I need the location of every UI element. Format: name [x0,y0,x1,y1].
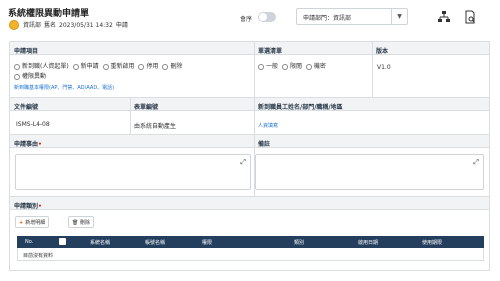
radio-disable[interactable] [138,63,145,70]
dept-select[interactable]: 申請部門：資訊部 ▼ [296,8,408,25]
col-system: 系統名稱 [90,240,111,246]
org-chart-icon[interactable] [437,10,451,24]
col-expiry: 使用期限 [422,240,443,246]
status-badge: 申請 [115,22,128,29]
reason-header: 申請事由• [10,135,254,148]
reason-textarea[interactable]: ⤢ [15,154,251,190]
expand-icon[interactable]: ⤢ [473,158,479,167]
remark-header: 備註 [254,135,489,148]
radio-permission-change[interactable] [14,73,20,80]
apply-type-header: 申請類別• [10,197,489,210]
new-hire-permissions-link[interactable]: 新到職基本權限(AP、門禁、AD/AAD、電話) [14,84,114,91]
request-form: 申請項目 單選清單 版本 新到職(人資起單) 新申請 重新啟用 停用 刪除 權限… [9,41,490,271]
apply-item-options-row1: 新到職(人資起單) 新申請 重新啟用 停用 刪除 [12,61,182,70]
radio-new-hire[interactable] [14,63,20,70]
applicant-dept: 資訊部 [23,22,42,29]
col-account: 帳號名稱 [145,240,166,246]
avatar [9,20,19,30]
radio-confidential[interactable] [305,63,312,70]
apply-date: 2023/05/31 14:32 [59,22,113,29]
checklist-options: 一般 限閱 機密 [256,61,326,70]
page-title: 系統權限異動申請單 [8,9,90,19]
col-enable-date: 啟用日期 [358,240,379,246]
draft-toggle[interactable] [258,12,276,22]
doc-no-value: ISMS-L4-08 [16,121,50,128]
version-header: 版本 [372,42,489,55]
form-header: 系統權限異動申請單 資訊部 舊名 2023/05/31 14:32 申請 會序 申請部… [0,0,500,36]
new-employee-value[interactable]: 人資填寫 [258,122,278,129]
apply-item-header: 申請項目 [10,42,254,55]
add-detail-button[interactable]: + 新增明細 [15,216,50,228]
remark-textarea[interactable]: ⤢ [255,154,484,190]
delete-button[interactable]: 🗑 刪除 [68,216,94,228]
plus-icon: + [19,220,24,226]
draft-label: 會序 [240,16,253,23]
chevron-down-icon: ▼ [391,9,407,24]
select-all-checkbox[interactable] [59,238,66,245]
radio-new-apply[interactable] [72,63,79,70]
radio-reenable[interactable] [102,63,109,70]
version-value: V1.0 [377,64,391,71]
checklist-header: 單選清單 [254,42,372,55]
radio-delete[interactable] [162,63,169,70]
radio-restricted[interactable] [281,63,288,70]
applicant-name: 舊名 [44,22,57,29]
col-permission: 權限 [202,240,213,246]
document-search-icon[interactable] [463,10,477,24]
dept-select-value: 申請部門：資訊部 [303,15,352,22]
col-category: 類別 [294,240,305,246]
applicant-info: 資訊部 舊名 2023/05/31 14:32 申請 [23,20,131,29]
col-no: No. [25,239,34,245]
form-no-header: 表單編號 [130,98,254,111]
expand-icon[interactable]: ⤢ [240,158,246,167]
radio-general[interactable] [258,63,264,70]
detail-table-header: No. 系統名稱 帳號名稱 權限 類別 啟用日期 使用期限 [17,236,484,248]
doc-no-header: 文件編號 [10,98,130,111]
new-employee-header: 新到職員工姓名/部門/職稱/地區 [254,98,489,111]
apply-item-options-row2: 權限異動 [12,71,46,80]
trash-icon: 🗑 [72,220,79,226]
table-empty-row: 目前沒有資料 [17,248,484,261]
form-no-value: 由系統自動產生 [134,123,177,130]
